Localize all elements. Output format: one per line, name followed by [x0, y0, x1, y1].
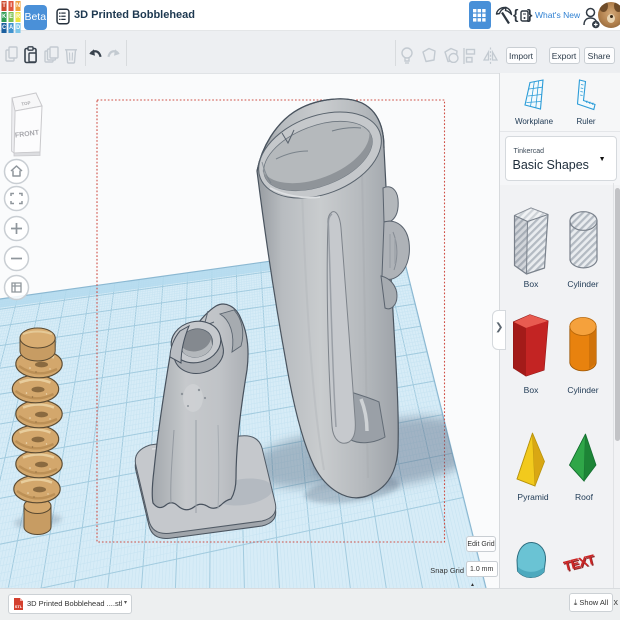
svg-text:STL: STL [15, 604, 23, 609]
